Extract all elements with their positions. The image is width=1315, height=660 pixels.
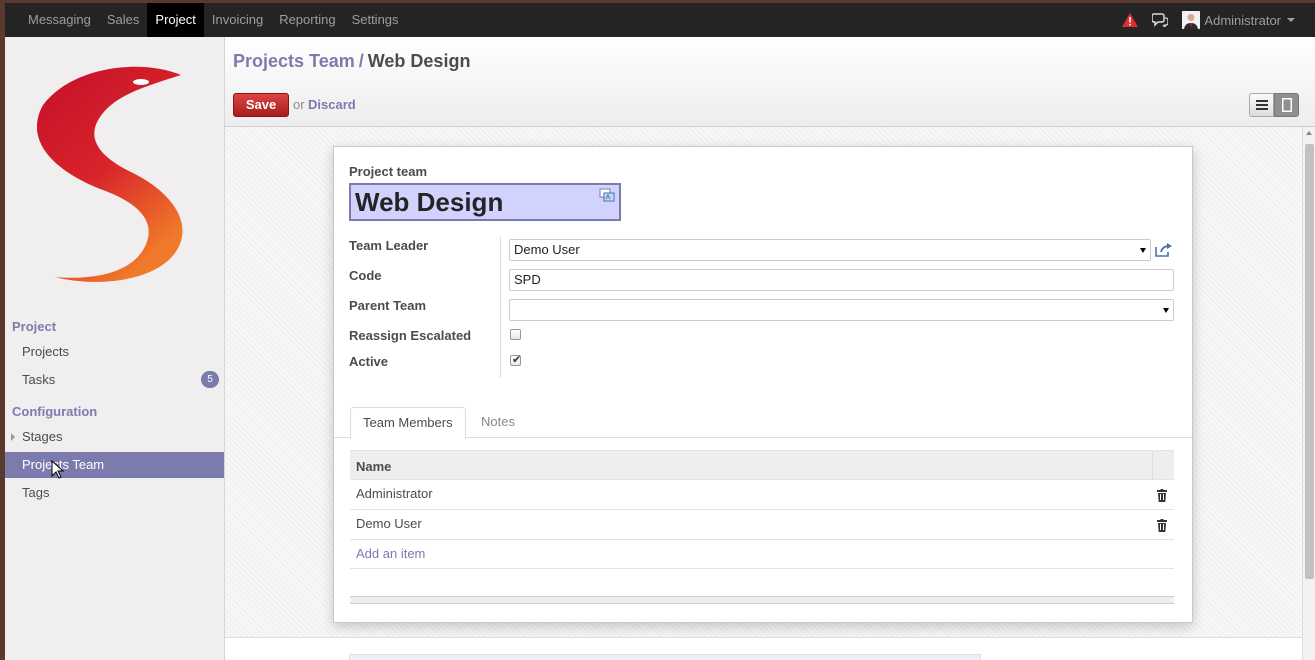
member-name: Demo User xyxy=(356,516,422,531)
alert-icon[interactable] xyxy=(1122,13,1139,27)
list-view-icon xyxy=(1255,100,1268,110)
project-team-name-value: Web Design xyxy=(355,187,504,217)
chatter-strip xyxy=(349,654,981,660)
parent-team-label: Parent Team xyxy=(349,298,427,313)
sidebar-section-configuration: Configuration xyxy=(12,404,98,419)
user-area: Administrator xyxy=(1122,3,1295,37)
chatter-area xyxy=(225,637,1302,660)
tab-notes[interactable]: Notes xyxy=(469,407,527,439)
sidebar-item-tasks[interactable]: Tasks 5 xyxy=(5,367,224,393)
scroll-up-arrow-icon[interactable] xyxy=(1306,131,1312,135)
dropdown-arrow-icon xyxy=(1140,248,1146,253)
project-team-name-input[interactable]: Web Design xyxy=(349,183,621,221)
breadcrumb-separator: / xyxy=(358,51,364,71)
breadcrumb-parent-link[interactable]: Projects Team xyxy=(233,51,355,71)
active-checkbox[interactable]: ✔ xyxy=(510,354,522,366)
menu-sales[interactable]: Sales xyxy=(99,3,148,37)
translate-icon[interactable] xyxy=(599,188,615,202)
main-menu: Messaging Sales Project Invoicing Report… xyxy=(20,3,407,37)
or-text: or xyxy=(293,97,305,112)
chat-icon[interactable] xyxy=(1152,13,1169,27)
form-view-button[interactable] xyxy=(1274,93,1299,117)
chevron-down-icon[interactable] xyxy=(1287,18,1295,22)
menu-messaging[interactable]: Messaging xyxy=(20,3,99,37)
mouse-cursor-icon xyxy=(51,460,65,479)
breadcrumb: Projects Team / Web Design xyxy=(233,51,470,72)
task-count-badge: 5 xyxy=(201,371,219,388)
title-label: Project team xyxy=(349,164,428,179)
avatar[interactable] xyxy=(1182,11,1201,29)
active-label: Active xyxy=(349,354,389,369)
discard-button[interactable]: Discard xyxy=(308,97,356,112)
code-label: Code xyxy=(349,268,382,283)
team-members-table: Name Administrator Demo User Add an item xyxy=(350,450,1174,604)
sidebar-section-project: Project xyxy=(12,319,57,334)
form-sheet: Project team Web Design Team Leader Demo… xyxy=(333,146,1193,623)
form-view-icon xyxy=(1281,98,1292,112)
sidebar-item-label: Tasks xyxy=(22,372,56,387)
code-input[interactable]: SPD xyxy=(509,269,1174,291)
breadcrumb-current: Web Design xyxy=(367,51,471,71)
sidebar-item-label: Projects xyxy=(22,344,69,359)
code-value: SPD xyxy=(514,272,541,287)
sidebar-item-projects[interactable]: Projects xyxy=(5,339,224,365)
table-footer xyxy=(350,596,1174,604)
form-content-area: Project team Web Design Team Leader Demo… xyxy=(225,127,1302,660)
sidebar-item-label: Tags xyxy=(22,485,50,500)
field-divider xyxy=(500,237,501,378)
checkmark-icon: ✔ xyxy=(512,354,522,366)
team-leader-label: Team Leader xyxy=(349,238,429,253)
sidebar-item-tags[interactable]: Tags xyxy=(5,480,224,506)
user-name[interactable]: Administrator xyxy=(1204,13,1281,28)
team-leader-value: Demo User xyxy=(514,242,580,257)
member-name: Administrator xyxy=(356,486,433,501)
tab-team-members[interactable]: Team Members xyxy=(350,407,466,439)
scrollbar-thumb[interactable] xyxy=(1305,144,1314,579)
list-view-button[interactable] xyxy=(1249,93,1274,117)
team-leader-select[interactable]: Demo User xyxy=(509,239,1151,261)
control-panel: Projects Team / Web Design Save or Discard xyxy=(225,37,1315,127)
menu-settings[interactable]: Settings xyxy=(344,3,407,37)
sidebar: Project Projects Tasks 5 Configuration S… xyxy=(5,37,225,660)
vertical-scrollbar[interactable] xyxy=(1302,127,1315,660)
expand-arrow-icon[interactable] xyxy=(11,433,15,441)
table-header: Name xyxy=(350,450,1174,480)
menu-reporting[interactable]: Reporting xyxy=(271,3,343,37)
save-button[interactable]: Save xyxy=(233,93,289,117)
trash-icon[interactable] xyxy=(1157,519,1167,532)
table-row[interactable]: Administrator xyxy=(350,479,1174,509)
sidebar-item-stages[interactable]: Stages xyxy=(5,424,224,450)
sidebar-item-projects-team[interactable]: Projects Team xyxy=(5,452,224,478)
dropdown-arrow-icon xyxy=(1163,308,1169,313)
view-switcher xyxy=(1249,93,1299,117)
app-window: Messaging Sales Project Invoicing Report… xyxy=(5,3,1315,660)
table-row[interactable]: Demo User xyxy=(350,509,1174,539)
reassign-escalated-label: Reassign Escalated xyxy=(349,328,472,343)
column-header-name[interactable]: Name xyxy=(356,459,391,474)
reassign-escalated-checkbox[interactable] xyxy=(510,329,521,340)
external-link-icon[interactable] xyxy=(1154,242,1172,258)
company-logo xyxy=(36,66,183,282)
add-item-link[interactable]: Add an item xyxy=(356,546,425,561)
notebook-tabs: Team Members Notes xyxy=(334,406,1192,439)
add-item-row: Add an item xyxy=(350,539,1174,569)
top-menu-bar: Messaging Sales Project Invoicing Report… xyxy=(5,3,1315,37)
sidebar-item-label: Stages xyxy=(22,429,63,444)
trash-icon[interactable] xyxy=(1157,489,1167,502)
menu-invoicing[interactable]: Invoicing xyxy=(204,3,271,37)
menu-project[interactable]: Project xyxy=(147,3,204,37)
parent-team-select[interactable] xyxy=(509,299,1174,321)
column-divider xyxy=(1152,451,1153,480)
